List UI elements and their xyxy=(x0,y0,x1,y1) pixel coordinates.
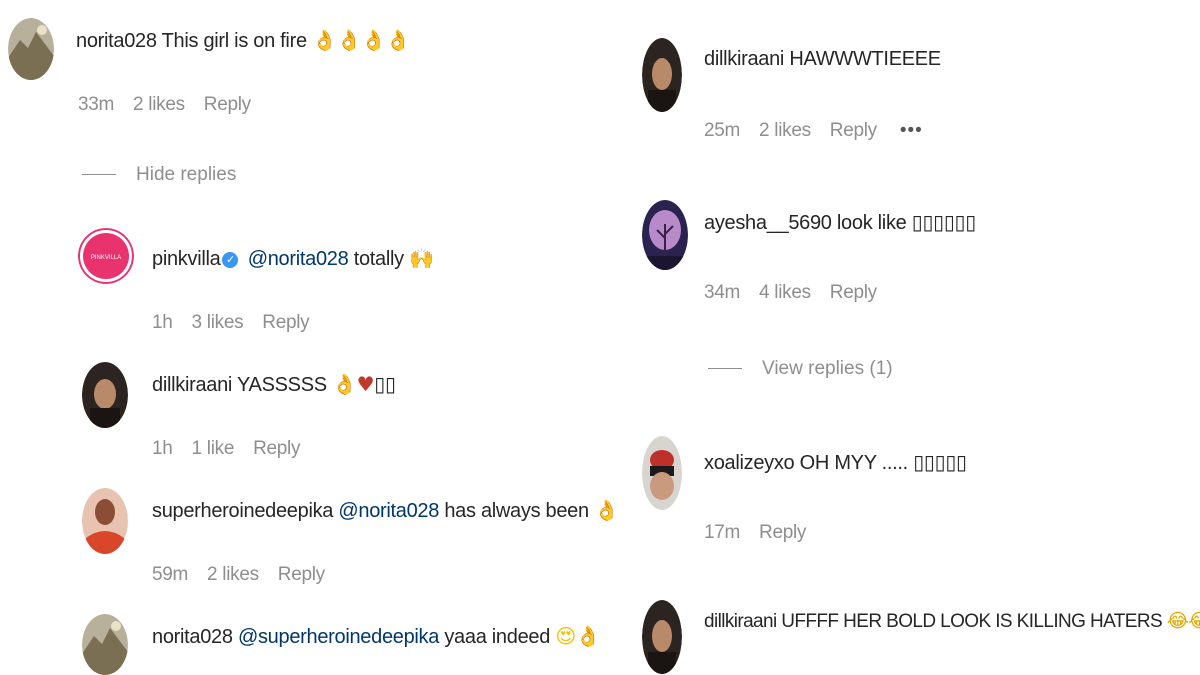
comment-text: look like xyxy=(836,212,907,234)
hide-replies-button[interactable]: Hide replies xyxy=(82,164,236,186)
comment-time: 25m xyxy=(704,120,741,141)
comment-time: 1h xyxy=(152,438,173,459)
reply-button[interactable]: Reply xyxy=(830,120,877,141)
comment-time: 33m xyxy=(78,94,115,115)
comment-likes[interactable]: 3 likes xyxy=(192,312,244,333)
avatar-xoalizeyxo[interactable] xyxy=(642,436,682,510)
reply-button[interactable]: Reply xyxy=(759,522,806,543)
reply-button[interactable]: Reply xyxy=(262,312,309,333)
comment-text: HAWWWTIEEEE xyxy=(789,48,941,70)
view-replies-button[interactable]: View replies (1) xyxy=(708,358,893,380)
comment-text: has always been xyxy=(444,500,589,522)
comment-time: 59m xyxy=(152,564,189,585)
username[interactable]: dillkiraani xyxy=(152,374,232,396)
comment-likes[interactable]: 1 like xyxy=(192,438,235,459)
reply-button[interactable]: Reply xyxy=(278,564,325,585)
mention-link[interactable]: @norita028 xyxy=(338,500,439,522)
comment-text: OH MYY ..... xyxy=(799,452,909,474)
unrendered-glyphs: ▯▯▯▯▯ xyxy=(913,452,967,474)
username[interactable]: ayesha__5690 xyxy=(704,212,832,234)
mention-link[interactable]: @superheroinedeepika xyxy=(238,626,439,648)
username[interactable]: superheroinedeepika xyxy=(152,500,333,522)
comment-time: 1h xyxy=(152,312,173,333)
comment-emoji: 😂😂😂😂 xyxy=(1166,610,1200,632)
username[interactable]: xoalizeyxo xyxy=(704,452,795,474)
pinkvilla-logo-text: PINKVILLA xyxy=(91,255,121,261)
avatar-dillkiraani[interactable] xyxy=(642,600,682,674)
comment-likes[interactable]: 4 likes xyxy=(759,282,811,303)
comment-text: UFFFF HER BOLD LOOK IS KILLING HATERS xyxy=(781,611,1163,632)
divider-line xyxy=(708,368,742,370)
comment-emoji: 👌 xyxy=(594,498,619,522)
comment-likes[interactable]: 2 likes xyxy=(133,94,185,115)
unrendered-glyphs: ▯▯▯▯▯▯ xyxy=(911,212,977,234)
comment-time: 17m xyxy=(704,522,741,543)
avatar-dillkiraani[interactable] xyxy=(642,38,682,112)
divider-line xyxy=(82,174,116,176)
comment-emoji: 👌👌👌👌 xyxy=(312,28,411,52)
comment-likes[interactable]: 2 likes xyxy=(207,564,259,585)
avatar-norita028[interactable] xyxy=(8,18,54,80)
avatar-pinkvilla[interactable]: PINKVILLA xyxy=(78,228,134,284)
reply-button[interactable]: Reply xyxy=(253,438,300,459)
mention-link[interactable]: @norita028 xyxy=(248,248,349,270)
username[interactable]: norita028 xyxy=(76,30,157,52)
comment-text: totally xyxy=(353,248,404,270)
username[interactable]: pinkvilla xyxy=(152,248,221,270)
username[interactable]: norita028 xyxy=(152,626,233,648)
more-options-icon[interactable]: ••• xyxy=(900,120,923,141)
comment-emoji: 👌♥ xyxy=(332,372,375,396)
comment-emoji: 🙌 xyxy=(409,246,434,270)
avatar-norita028[interactable] xyxy=(82,614,128,675)
reply-button[interactable]: Reply xyxy=(204,94,251,115)
comment-time: 34m xyxy=(704,282,741,303)
comment-emoji: 😍👌 xyxy=(555,624,601,648)
hide-replies-label: Hide replies xyxy=(136,164,237,185)
comment-text: This girl is on fire xyxy=(161,30,307,52)
unrendered-glyphs: ▯▯ xyxy=(374,374,396,396)
username[interactable]: dillkiraani xyxy=(704,48,784,70)
comment-text: yaaa indeed xyxy=(444,626,551,648)
avatar-superheroinedeepika[interactable] xyxy=(82,488,128,554)
comment-text: YASSSSS xyxy=(236,374,327,396)
avatar-ayesha[interactable] xyxy=(642,200,688,270)
avatar-dillkiraani[interactable] xyxy=(82,362,128,428)
verified-badge-icon: ✓ xyxy=(222,251,239,268)
comment-likes[interactable]: 2 likes xyxy=(759,120,811,141)
reply-button[interactable]: Reply xyxy=(830,282,877,303)
view-replies-label: View replies (1) xyxy=(762,358,893,379)
username[interactable]: dillkiraani xyxy=(704,611,777,632)
